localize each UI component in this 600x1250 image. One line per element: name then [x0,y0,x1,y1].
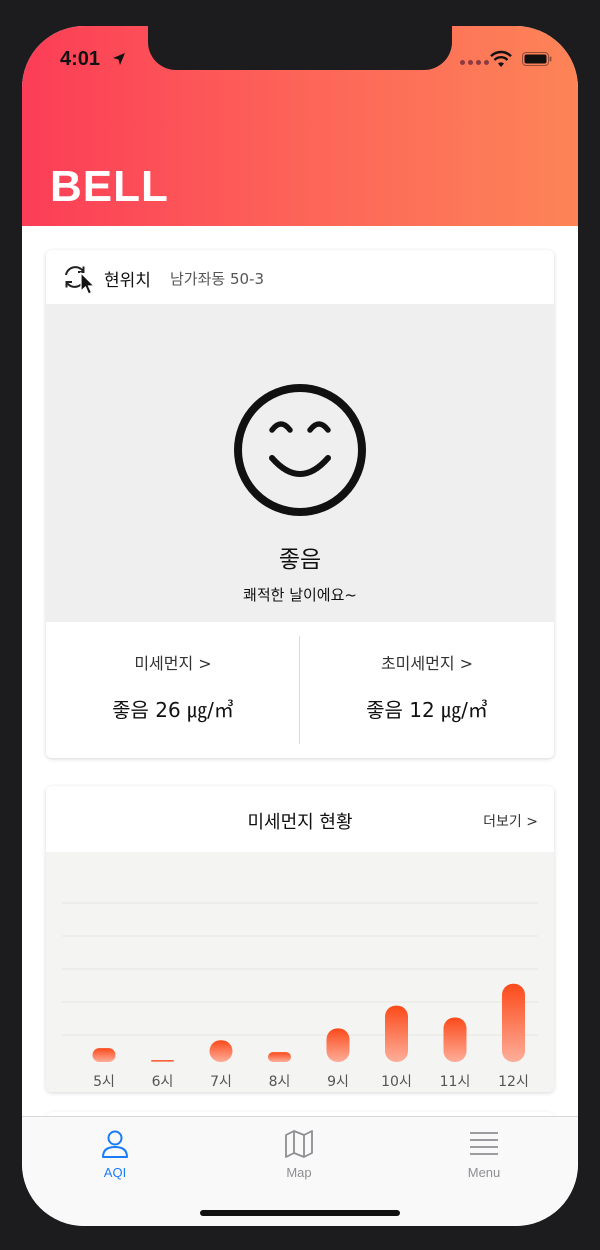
chart-x-label: 8시 [269,1074,291,1090]
chart-title: 미세먼지 현황 [247,812,353,833]
map-icon [285,1130,313,1158]
menu-icon [470,1132,498,1155]
pm25-label: 초미세먼지 > [380,654,474,673]
chart-x-label: 11시 [440,1074,471,1090]
pm10-value: 좋음 26 ㎍/㎥ [112,698,234,722]
pm10-label: 미세먼지 > [134,654,212,673]
battery-icon [522,52,552,66]
tab-map[interactable]: Map [229,1117,369,1197]
dust-status-card: 미세먼지 현황 더보기 > 5시 6시 7시 8시 9시 10시 11시 12시 [46,786,554,1092]
tab-menu[interactable]: Menu [414,1117,554,1197]
chart-bar [92,1048,116,1062]
air-status-panel: 좋음 쾌적한 날이에요~ [46,304,554,622]
smiley-face-icon [234,384,366,516]
chart-bar [268,1052,291,1062]
cellular-signal-icon [460,60,489,65]
tab-label-menu: Menu [467,1165,501,1180]
tab-aqi[interactable]: AQI [45,1117,185,1197]
chart-bar [385,1005,408,1062]
tab-label-map: Map [286,1165,312,1180]
location-address: 남가좌동 50-3 [170,270,265,288]
chart-bar [443,1017,467,1062]
location-arrow-icon [113,53,125,65]
status-time: 4:01 [60,48,101,70]
see-more-link[interactable]: 더보기 > [483,811,538,831]
chart-panel: 5시 6시 7시 8시 9시 10시 11시 12시 [46,852,554,1092]
location-row: 현위치 남가좌동 50-3 [46,250,554,304]
chart-bar [209,1040,233,1062]
chart-x-label: 9시 [327,1074,349,1090]
chart-x-label: 12시 [498,1074,529,1090]
pm25-metric[interactable]: 초미세먼지 > 좋음 12 ㎍/㎥ [300,622,554,758]
app-screen: 4:01 BELL 현위치 남가좌동 50-3 좋음 쾌적한 날이에요~ 미세먼… [22,26,578,1226]
air-status-message: 쾌적한 날이에요~ [243,586,357,604]
air-quality-card: 현위치 남가좌동 50-3 좋음 쾌적한 날이에요~ 미세먼지 > 좋음 26 … [46,250,554,758]
chart-x-label: 10시 [381,1074,412,1090]
chart-bar [502,983,525,1062]
person-icon [102,1130,128,1158]
hourly-dust-chart: 5시 6시 7시 8시 9시 10시 11시 12시 [62,902,538,1090]
wifi-icon [490,50,512,67]
app-title: BELL [50,162,169,211]
pm25-value: 좋음 12 ㎍/㎥ [366,698,488,722]
air-status-label: 좋음 [278,547,322,573]
chart-x-label: 5시 [93,1074,115,1090]
mouse-cursor-icon [80,272,96,295]
device-notch [148,26,452,70]
pm10-metric[interactable]: 미세먼지 > 좋음 26 ㎍/㎥ [46,622,300,758]
tab-label-aqi: AQI [103,1165,127,1180]
chart-bar [151,1060,174,1062]
phone-frame: 4:01 BELL 현위치 남가좌동 50-3 좋음 쾌적한 날이에요~ 미세먼… [0,0,600,1250]
chart-bar [326,1028,350,1062]
chart-x-label: 6시 [152,1074,174,1090]
chart-x-label: 7시 [210,1074,232,1090]
home-indicator [200,1210,400,1216]
current-location-label: 현위치 [104,271,151,291]
